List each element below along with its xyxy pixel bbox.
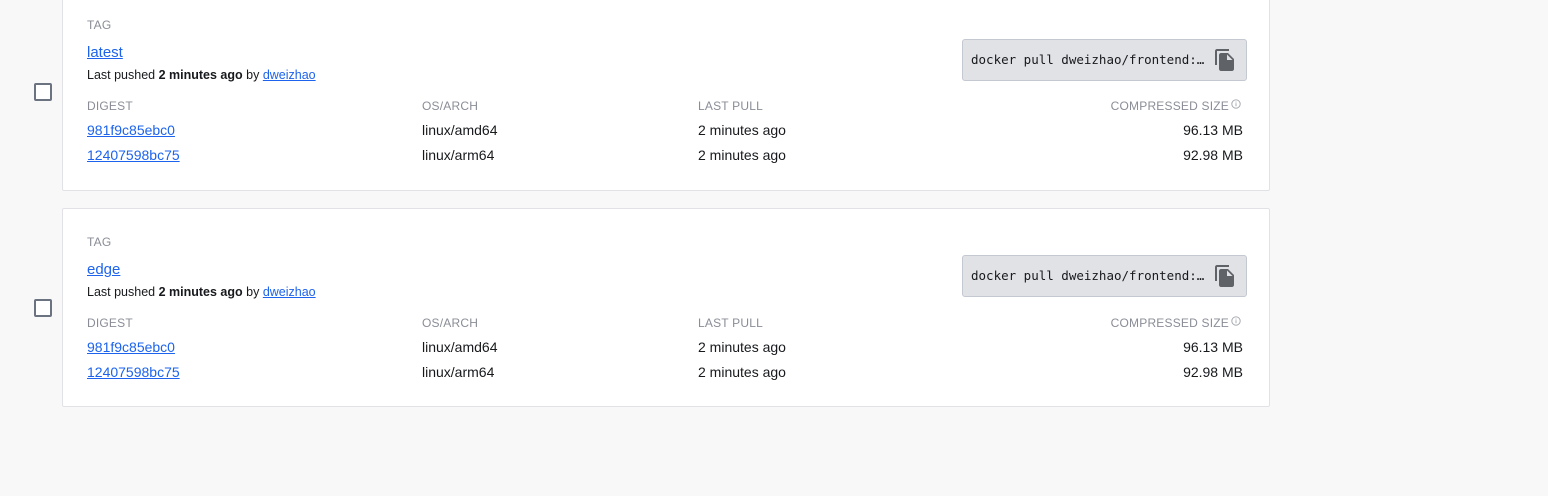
tag-name-link[interactable]: latest	[87, 44, 123, 61]
pushed-by-word: by	[246, 285, 260, 299]
compressed-size-value: 96.13 MB	[1183, 339, 1243, 355]
os-arch-value: linux/arm64	[422, 147, 495, 163]
digest-link[interactable]: 12407598bc75	[87, 364, 180, 380]
tag-name-link[interactable]: edge	[87, 261, 120, 278]
tag-select-checkbox-edge[interactable]	[34, 299, 52, 317]
tag-card-latest: TAG latest Last pushed 2 minutes ago by …	[62, 0, 1270, 191]
digest-column-label: DIGEST	[87, 316, 133, 330]
compressed-size-value: 92.98 MB	[1183, 147, 1243, 163]
last-pull-column-label: LAST PULL	[698, 99, 763, 113]
digest-column-label: DIGEST	[87, 99, 133, 113]
pushed-by-user-link[interactable]: dweizhao	[263, 68, 316, 82]
last-pushed-time: 2 minutes ago	[158, 68, 243, 82]
last-pull-value: 2 minutes ago	[698, 339, 786, 355]
pull-command-text[interactable]: docker pull dweizhao/frontend:edge	[971, 268, 1211, 283]
pull-command-text[interactable]: docker pull dweizhao/frontend:latest	[971, 52, 1211, 67]
compressed-size-value: 92.98 MB	[1183, 364, 1243, 380]
os-arch-value: linux/amd64	[422, 339, 498, 355]
tag-card-edge: TAG edge Last pushed 2 minutes ago by dw…	[62, 208, 1270, 407]
compressed-size-value: 96.13 MB	[1183, 122, 1243, 138]
last-pushed-prefix: Last pushed	[87, 68, 156, 82]
last-pull-column-label: LAST PULL	[698, 316, 763, 330]
info-icon[interactable]	[1231, 99, 1241, 109]
copy-icon[interactable]	[1213, 48, 1237, 72]
last-pushed-prefix: Last pushed	[87, 285, 156, 299]
pull-command-box: docker pull dweizhao/frontend:latest	[962, 39, 1247, 81]
pushed-by-word: by	[246, 68, 260, 82]
os-arch-value: linux/arm64	[422, 364, 495, 380]
tag-column-label: TAG	[87, 235, 112, 249]
last-pushed-info: Last pushed 2 minutes ago by dweizhao	[87, 285, 316, 299]
last-pull-value: 2 minutes ago	[698, 147, 786, 163]
os-arch-column-label: OS/ARCH	[422, 99, 479, 113]
last-pushed-info: Last pushed 2 minutes ago by dweizhao	[87, 68, 316, 82]
tag-select-checkbox-latest[interactable]	[34, 83, 52, 101]
os-arch-column-label: OS/ARCH	[422, 316, 479, 330]
compressed-size-column-label: COMPRESSED SIZE	[1110, 99, 1229, 113]
info-icon[interactable]	[1231, 316, 1241, 326]
tag-column-label: TAG	[87, 18, 112, 32]
last-pull-value: 2 minutes ago	[698, 364, 786, 380]
copy-icon[interactable]	[1213, 264, 1237, 288]
pull-command-box: docker pull dweizhao/frontend:edge	[962, 255, 1247, 297]
digest-link[interactable]: 981f9c85ebc0	[87, 339, 175, 355]
pushed-by-user-link[interactable]: dweizhao	[263, 285, 316, 299]
digest-link[interactable]: 981f9c85ebc0	[87, 122, 175, 138]
os-arch-value: linux/amd64	[422, 122, 498, 138]
digest-link[interactable]: 12407598bc75	[87, 147, 180, 163]
last-pushed-time: 2 minutes ago	[158, 285, 243, 299]
last-pull-value: 2 minutes ago	[698, 122, 786, 138]
compressed-size-column-label: COMPRESSED SIZE	[1110, 316, 1229, 330]
